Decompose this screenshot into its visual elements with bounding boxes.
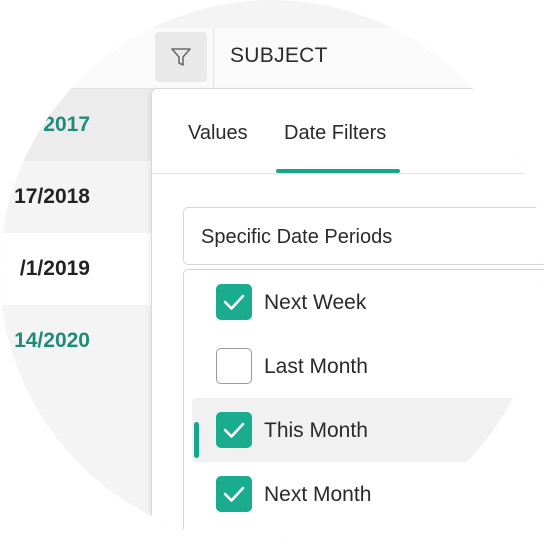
date-period-select[interactable]: Specific Date Periods <box>183 207 544 265</box>
table-row[interactable]: 2017 <box>0 89 160 161</box>
checkbox-checked[interactable] <box>216 476 252 512</box>
checkbox-checked[interactable] <box>216 284 252 320</box>
list-item-next-month[interactable]: Next Month <box>192 462 544 526</box>
table-row[interactable]: 14/2020 <box>0 305 160 377</box>
table-row[interactable]: 17/2018 <box>0 161 160 233</box>
option-label: Next Month <box>264 483 372 506</box>
checkmark-icon <box>223 294 245 310</box>
circular-viewport: SUBJECT 2017 17/2018 /1/2019 14/2020 Val… <box>0 0 544 544</box>
screenshot-stage: SUBJECT 2017 17/2018 /1/2019 14/2020 Val… <box>0 0 544 544</box>
tab-date-filters[interactable]: Date Filters <box>284 122 386 145</box>
date-cell: 2017 <box>43 113 90 136</box>
column-header-subject[interactable]: SUBJECT <box>230 44 328 68</box>
option-label: Next Week <box>264 291 367 314</box>
list-item-last-month[interactable]: Last Month <box>192 334 544 398</box>
date-cell: 14/2020 <box>14 329 90 352</box>
date-cell: /1/2019 <box>19 257 90 280</box>
checkbox-unchecked[interactable] <box>216 348 252 384</box>
header-separator <box>213 28 214 88</box>
filter-button[interactable] <box>155 32 207 82</box>
list-item-this-month[interactable]: This Month <box>192 398 544 462</box>
active-tab-indicator <box>276 169 400 173</box>
filter-popup: Values Date Filters Specific Date Period… <box>151 88 544 544</box>
option-label: This Month <box>264 419 368 442</box>
option-label: Last Month <box>264 355 368 378</box>
tab-values[interactable]: Values <box>188 122 248 145</box>
checkmark-icon <box>223 486 245 502</box>
table-row[interactable]: /1/2019 <box>0 233 160 305</box>
date-period-select-value: Specific Date Periods <box>201 226 393 248</box>
filter-tabs: Values Date Filters <box>152 89 544 174</box>
date-options-list: Next Week Last Month This Month Next Mon… <box>183 269 544 544</box>
list-item-next-week[interactable]: Next Week <box>192 270 544 334</box>
checkbox-checked[interactable] <box>216 412 252 448</box>
checkmark-icon <box>223 422 245 438</box>
selected-item-indicator <box>194 422 199 458</box>
date-cell: 17/2018 <box>14 185 90 208</box>
filter-icon <box>171 48 191 66</box>
